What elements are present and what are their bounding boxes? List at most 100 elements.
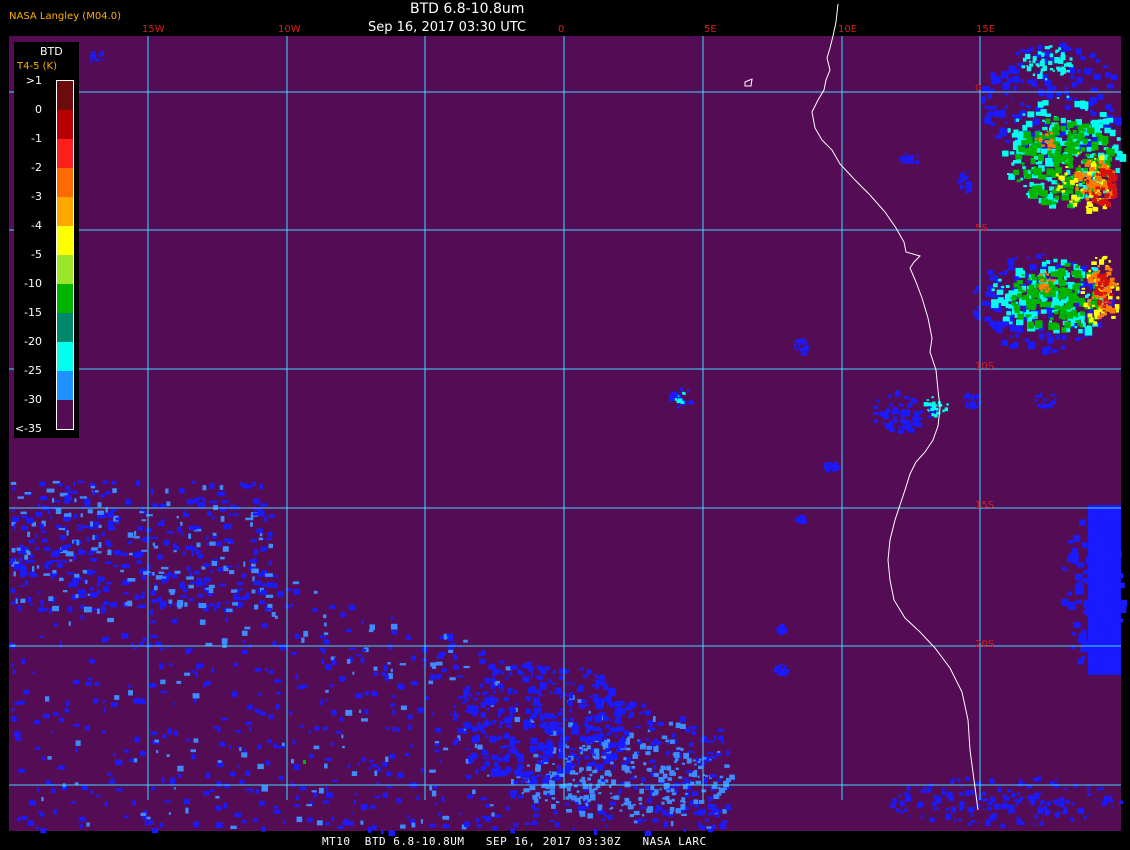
- cloud-cell: [70, 582, 74, 588]
- cloud-cell: [592, 770, 597, 774]
- cloud-cell: [180, 581, 185, 587]
- cloud-cell: [557, 722, 564, 725]
- cloud-cell: [902, 425, 907, 430]
- cloud-cell: [157, 522, 165, 527]
- cloud-cell: [1061, 566, 1065, 571]
- cloud-cell: [1071, 547, 1078, 553]
- cloud-cell: [1088, 521, 1093, 526]
- cloud-cell: [615, 727, 621, 732]
- cloud-cell: [1063, 46, 1071, 51]
- cloud-cell: [604, 772, 608, 775]
- cloud-cell: [784, 669, 790, 674]
- cloud-cell: [1021, 289, 1025, 293]
- cloud-cell: [361, 648, 367, 652]
- cloud-cell: [1066, 290, 1070, 294]
- cloud-cell: [1046, 279, 1050, 282]
- cloud-cell: [927, 415, 931, 419]
- cloud-cell: [1048, 310, 1052, 315]
- cloud-cell: [986, 111, 993, 116]
- cloud-cell: [1086, 192, 1089, 195]
- cloud-cell: [548, 679, 552, 684]
- cloud-cell: [565, 762, 573, 770]
- cloud-cell: [1061, 316, 1067, 320]
- cloud-cell: [215, 795, 220, 799]
- cloud-cell: [45, 696, 50, 702]
- cloud-cell: [777, 629, 780, 632]
- cloud-cell: [1001, 132, 1007, 137]
- cloud-cell: [661, 735, 668, 739]
- cloud-cell: [558, 712, 563, 716]
- cloud-cell: [1102, 800, 1107, 806]
- cloud-cell: [1054, 157, 1059, 161]
- cloud-cell: [331, 659, 335, 665]
- cloud-cell: [639, 788, 644, 794]
- cloud-cell: [358, 709, 362, 713]
- cloud-cell: [76, 524, 83, 527]
- cloud-cell: [587, 670, 593, 674]
- cloud-cell: [701, 789, 707, 793]
- cloud-cell: [722, 809, 727, 814]
- cloud-cell: [907, 428, 914, 433]
- cloud-cell: [570, 748, 576, 751]
- cloud-cell: [60, 535, 66, 540]
- cloud-cell: [1017, 798, 1022, 804]
- btd-satellite-map[interactable]: [0, 0, 1130, 850]
- cloud-cell: [578, 807, 584, 811]
- cloud-cell: [1035, 138, 1037, 141]
- cloud-cell: [555, 687, 560, 691]
- cloud-cell: [515, 769, 522, 777]
- cloud-cell: [544, 774, 551, 780]
- cloud-cell: [74, 514, 77, 519]
- cloud-cell: [62, 560, 68, 563]
- cloud-cell: [574, 797, 581, 802]
- cloud-cell: [597, 808, 602, 811]
- cloud-cell: [364, 691, 369, 696]
- cloud-cell: [198, 497, 205, 500]
- cloud-cell: [133, 697, 141, 704]
- cloud-cell: [533, 798, 539, 804]
- cloud-cell: [675, 767, 679, 770]
- cloud-cell: [184, 602, 188, 607]
- cloud-cell: [672, 798, 675, 802]
- cloud-cell: [681, 813, 687, 816]
- cloud-cell: [464, 691, 468, 697]
- cloud-cell: [474, 743, 477, 748]
- cloud-cell: [506, 677, 509, 680]
- cloud-cell: [1092, 279, 1095, 282]
- cloud-cell: [133, 647, 137, 650]
- cloud-cell: [19, 544, 24, 549]
- cloud-cell: [251, 539, 257, 543]
- cloud-cell: [261, 623, 268, 628]
- cloud-cell: [1083, 816, 1087, 819]
- cloud-cell: [532, 703, 539, 706]
- cloud-cell: [513, 780, 519, 785]
- cloud-cell: [296, 816, 303, 823]
- longitude-label-15e: 15E: [976, 24, 996, 35]
- cloud-cell: [1103, 171, 1107, 175]
- cloud-cell: [713, 794, 720, 799]
- cloud-cell: [705, 783, 708, 788]
- cloud-cell: [166, 501, 171, 507]
- cloud-cell: [713, 735, 717, 740]
- cloud-cell: [1096, 568, 1100, 572]
- cloud-cell: [1013, 129, 1019, 134]
- cloud-cell: [330, 741, 335, 746]
- cloud-cell: [900, 409, 907, 413]
- cloud-cell: [675, 722, 681, 729]
- cloud-cell: [899, 429, 903, 432]
- color-legend: BTD T4-5 (K) >1 0 -1 -2 -3 -4 -5 -10 -15 -20 -25 -3…: [14, 42, 79, 438]
- cloud-cell: [241, 573, 247, 578]
- cloud-cell: [435, 661, 443, 666]
- cloud-cell: [1040, 821, 1044, 826]
- cloud-cell: [55, 508, 62, 515]
- cloud-cell: [525, 708, 531, 714]
- cloud-cell: [1010, 335, 1013, 338]
- cloud-cell: [592, 698, 600, 703]
- cloud-cell: [1064, 262, 1071, 267]
- cloud-cell: [53, 809, 57, 815]
- cloud-cell: [464, 697, 469, 702]
- legend-tick-label: <-35: [14, 422, 42, 435]
- cloud-cell: [319, 635, 327, 639]
- cloud-cell: [1046, 91, 1054, 99]
- cloud-cell: [190, 670, 196, 673]
